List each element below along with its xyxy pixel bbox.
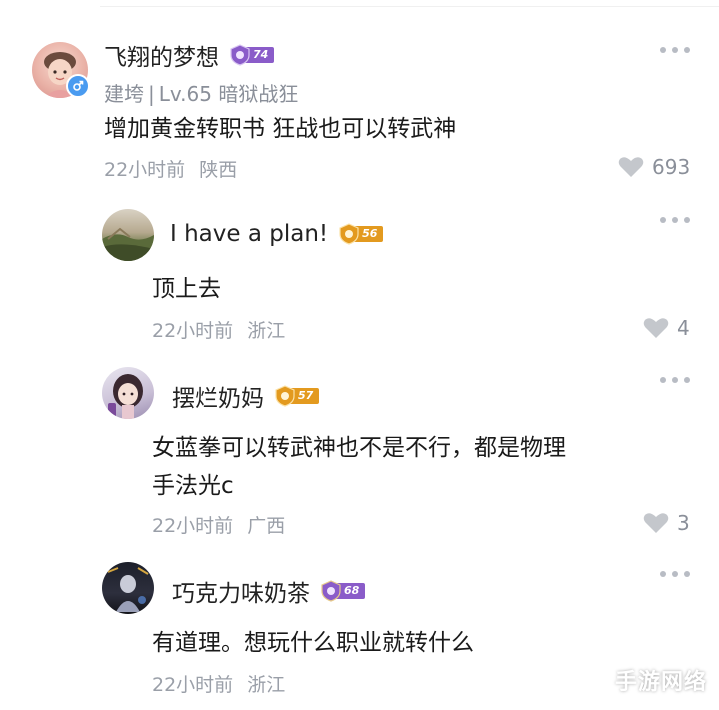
top-divider: [100, 6, 719, 7]
like-count: 693: [652, 155, 691, 179]
dot: [672, 47, 678, 53]
comment-header: 巧克力味奶茶 68: [172, 574, 366, 608]
comment-text: 增加黄金转职书 狂战也可以转武神: [104, 110, 456, 148]
heart-icon: [643, 318, 669, 338]
avatar[interactable]: [102, 562, 154, 614]
avatar[interactable]: [102, 209, 154, 261]
more-options-button[interactable]: [660, 569, 690, 579]
comment-time-row: 22小时前 浙江: [152, 316, 285, 343]
comment-text: 有道理。想玩什么职业就转什么: [152, 624, 474, 662]
shield-icon: [339, 223, 359, 245]
dot: [672, 571, 678, 577]
timestamp: 22小时前: [152, 320, 234, 342]
dot: [672, 217, 678, 223]
like-button[interactable]: 3: [643, 511, 690, 535]
meta-separator: |: [148, 82, 155, 106]
level-badge: 57: [274, 385, 320, 407]
region: 陕西: [199, 159, 238, 181]
timestamp: 22小时前: [104, 159, 186, 181]
like-count: 3: [677, 511, 690, 535]
comment-line: 女蓝拳可以转武神也不是不行，都是物理: [152, 435, 566, 461]
comment-text: 女蓝拳可以转武神也不是不行，都是物理 手法光c: [152, 429, 566, 505]
level-badge: 68: [320, 580, 366, 602]
heart-icon: [618, 157, 644, 177]
region: 广西: [247, 515, 286, 537]
comment-time-row: 22小时前 广西: [152, 511, 285, 538]
heart-icon: [643, 513, 669, 533]
timestamp: 22小时前: [152, 674, 234, 696]
comment-line: 增加黄金转职书 狂战也可以转武神: [104, 116, 457, 142]
dot: [660, 377, 666, 383]
watermark: 手游网络: [614, 670, 707, 695]
more-options-button[interactable]: [660, 215, 690, 225]
server-name: 建垮: [104, 82, 144, 106]
user-meta: 建垮 | Lv.65 暗狱战狂: [104, 78, 298, 107]
level-badge: 56: [338, 223, 384, 245]
username[interactable]: I have a plan!: [170, 221, 328, 247]
dot: [660, 47, 666, 53]
region: 浙江: [247, 320, 286, 342]
comment-header: 飞翔的梦想 74: [104, 38, 275, 72]
like-button[interactable]: 4: [643, 316, 690, 340]
username[interactable]: 摆烂奶妈: [172, 379, 264, 413]
comment-line: 顶上去: [152, 276, 221, 302]
like-count: 4: [677, 316, 690, 340]
more-options-button[interactable]: [660, 45, 690, 55]
shield-icon: [230, 44, 250, 66]
region: 浙江: [247, 674, 286, 696]
gender-badge: [66, 74, 90, 98]
dot: [672, 377, 678, 383]
comment-header: 摆烂奶妈 57: [172, 379, 320, 413]
shield-icon: [275, 385, 295, 407]
male-icon: [73, 80, 84, 91]
comment-line: 手法光c: [152, 473, 234, 499]
comment-time-row: 22小时前 陕西: [104, 155, 237, 182]
dot: [684, 571, 690, 577]
dot: [684, 217, 690, 223]
comment-header: I have a plan! 56: [170, 221, 384, 247]
dot: [660, 217, 666, 223]
character-info: Lv.65 暗狱战狂: [158, 82, 299, 106]
dot: [660, 571, 666, 577]
username[interactable]: 巧克力味奶茶: [172, 574, 310, 608]
like-button[interactable]: 693: [618, 155, 690, 179]
comment-line: 有道理。想玩什么职业就转什么: [152, 630, 474, 656]
avatar[interactable]: [102, 367, 154, 419]
timestamp: 22小时前: [152, 515, 234, 537]
username[interactable]: 飞翔的梦想: [104, 38, 219, 72]
dot: [684, 377, 690, 383]
comment-text: 顶上去: [152, 270, 221, 308]
dot: [684, 47, 690, 53]
level-badge: 74: [229, 44, 275, 66]
comment-time-row: 22小时前 浙江: [152, 670, 285, 697]
more-options-button[interactable]: [660, 375, 690, 385]
shield-icon: [321, 580, 341, 602]
